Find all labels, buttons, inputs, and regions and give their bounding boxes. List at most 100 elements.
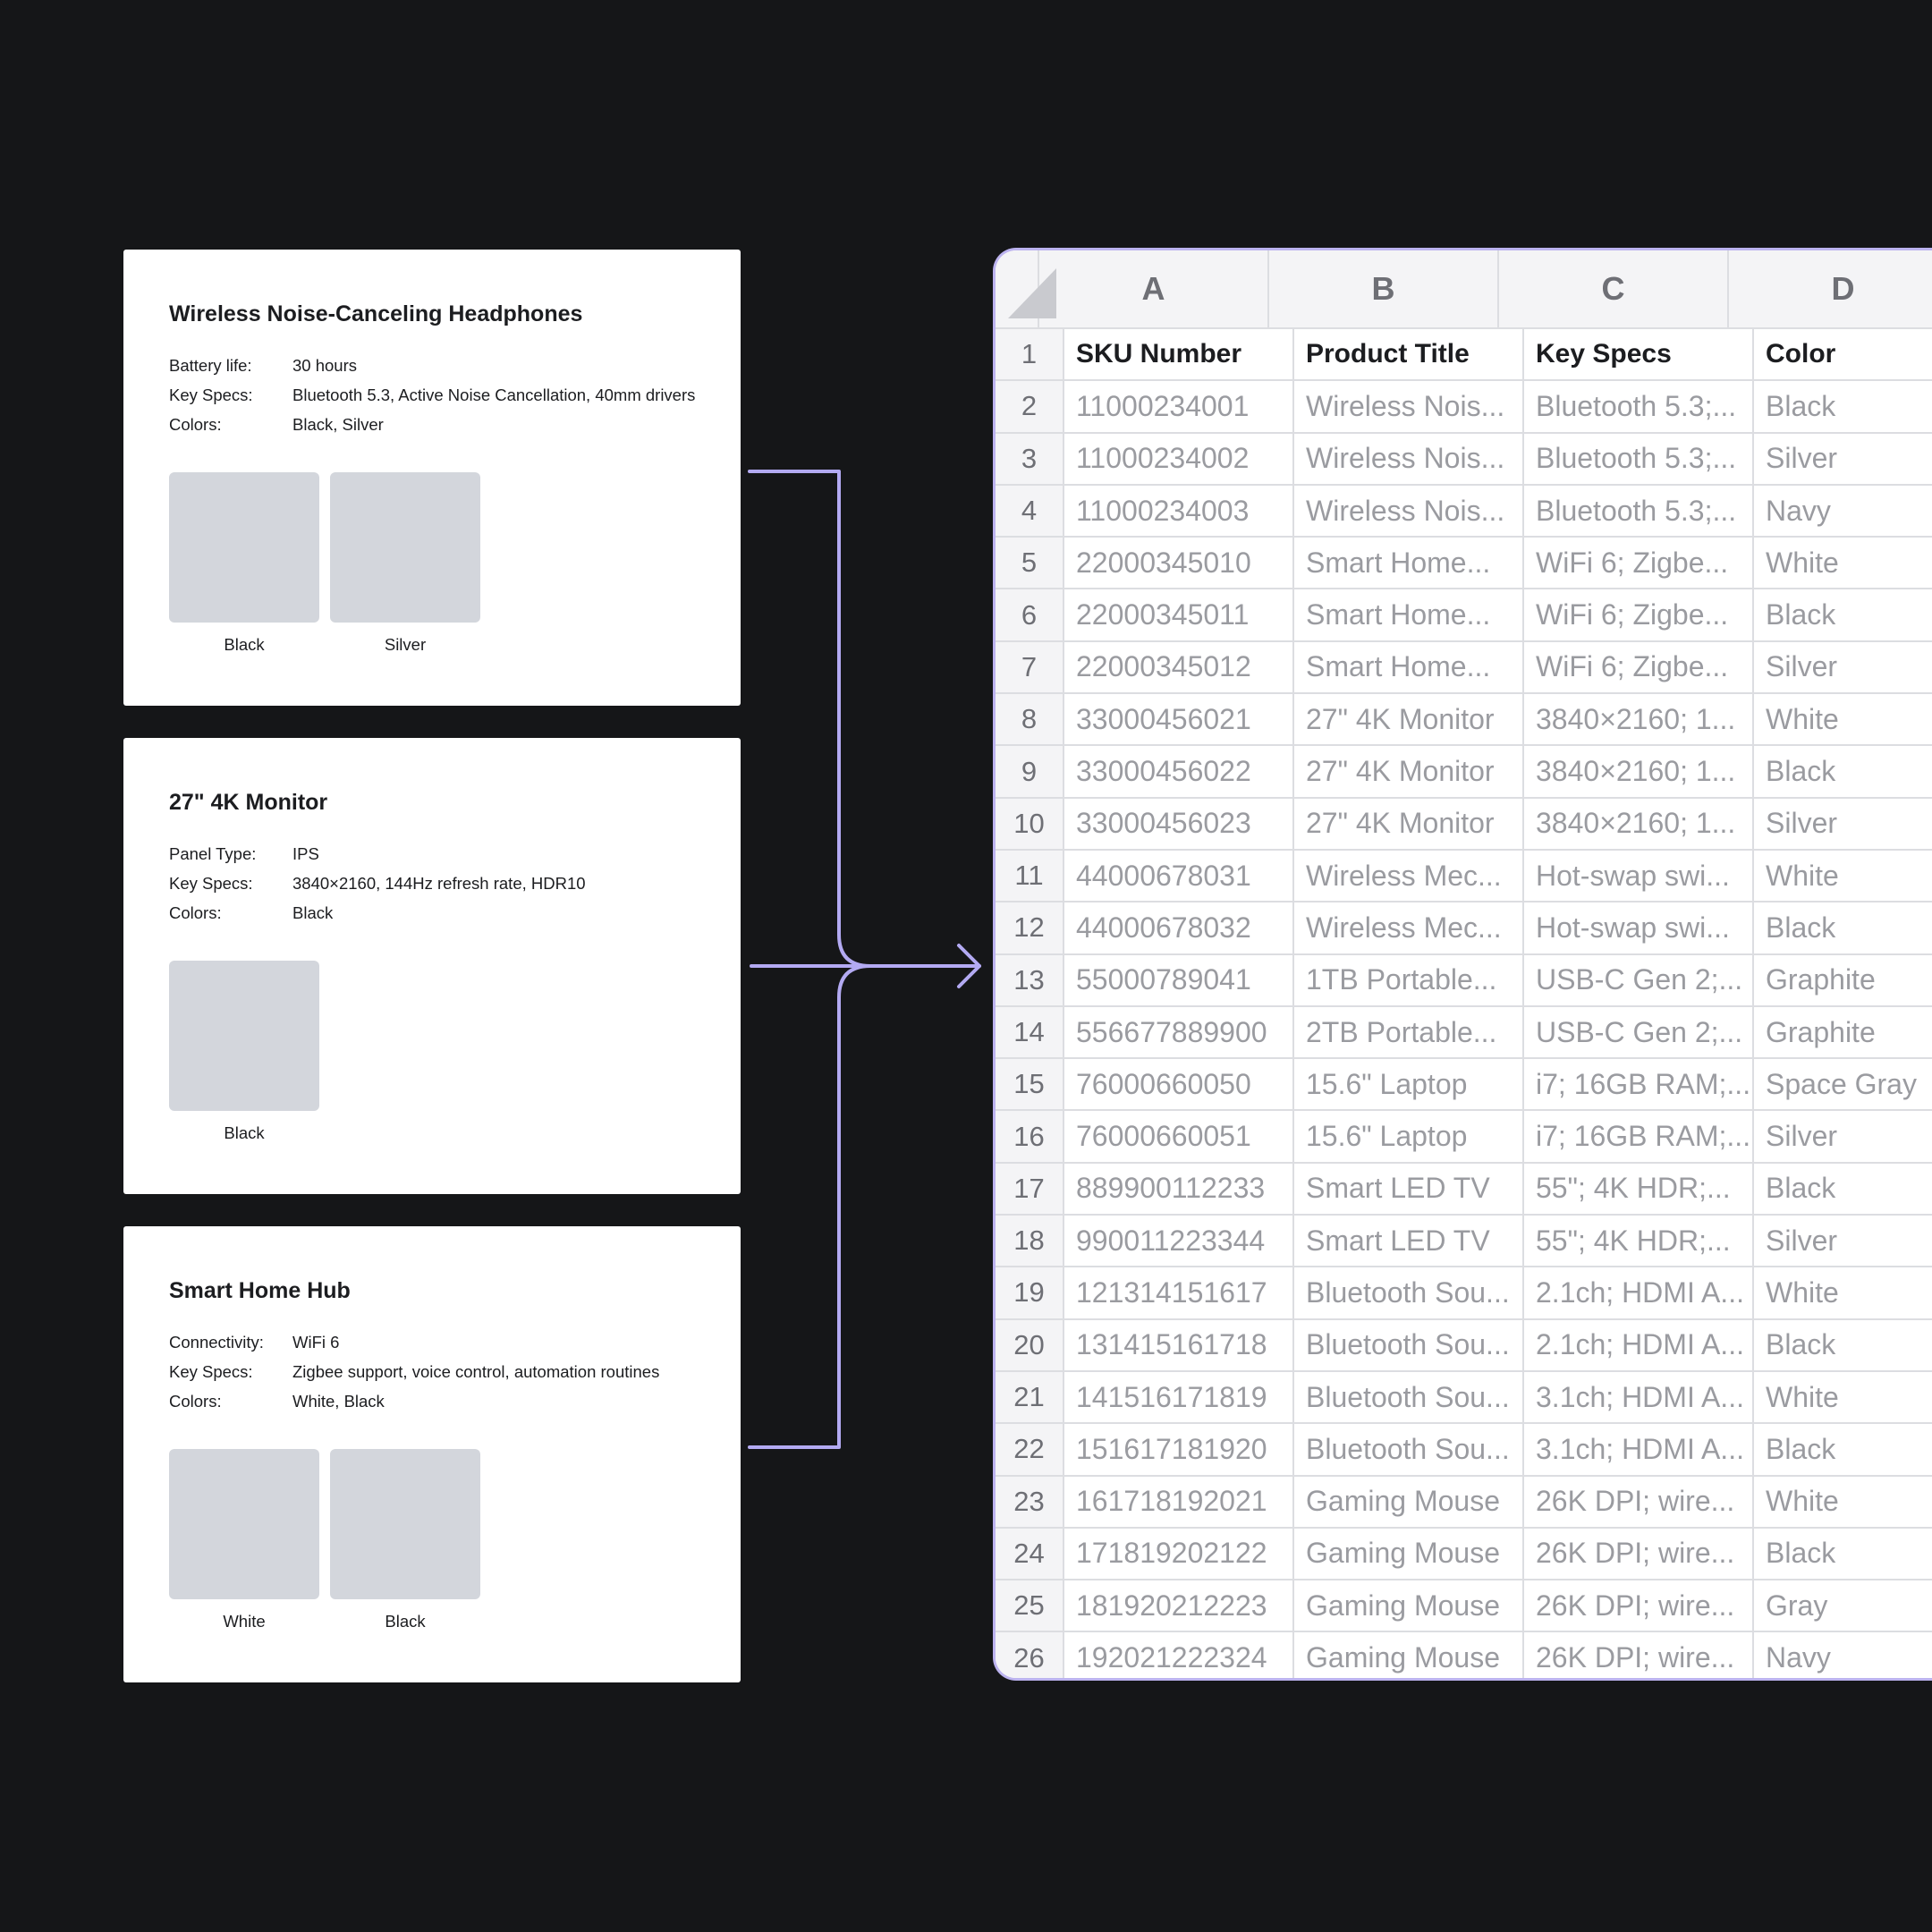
table-cell[interactable]: 15.6" Laptop <box>1294 1059 1524 1112</box>
table-cell[interactable]: Color <box>1754 329 1932 382</box>
table-cell[interactable]: 131415161718 <box>1064 1319 1294 1372</box>
table-cell[interactable]: Navy <box>1754 1632 1932 1678</box>
table-cell[interactable]: 26K DPI; wire... <box>1524 1528 1754 1581</box>
table-cell[interactable]: Black <box>1754 1164 1932 1216</box>
table-cell[interactable]: WiFi 6; Zigbe... <box>1524 641 1754 695</box>
table-cell[interactable]: 889900112233 <box>1064 1163 1294 1216</box>
column-header-d[interactable]: D <box>1729 250 1932 329</box>
table-cell[interactable]: Gaming Mouse <box>1294 1476 1524 1529</box>
table-cell[interactable]: 22000345010 <box>1064 538 1294 590</box>
table-cell[interactable]: 3840×2160; 1... <box>1524 746 1754 799</box>
table-cell[interactable]: 22000345011 <box>1064 589 1294 642</box>
table-cell[interactable]: 990011223344 <box>1064 1216 1294 1268</box>
table-cell[interactable]: 11000234001 <box>1064 381 1294 434</box>
table-cell[interactable]: 55000789041 <box>1064 954 1294 1007</box>
table-cell[interactable]: SKU Number <box>1064 329 1294 382</box>
table-cell[interactable]: Black <box>1754 1320 1932 1372</box>
table-cell[interactable]: 11000234003 <box>1064 485 1294 538</box>
table-cell[interactable]: 181920212223 <box>1064 1580 1294 1633</box>
table-cell[interactable]: 3.1ch; HDMI A... <box>1524 1424 1754 1477</box>
table-cell[interactable]: 55"; 4K HDR;... <box>1524 1216 1754 1268</box>
table-cell[interactable]: White <box>1754 1372 1932 1425</box>
table-cell[interactable]: Gray <box>1754 1580 1932 1633</box>
table-cell[interactable]: 1TB Portable... <box>1294 954 1524 1007</box>
row-number[interactable]: 25 <box>996 1580 1064 1633</box>
table-cell[interactable]: 27" 4K Monitor <box>1294 746 1524 799</box>
row-number[interactable]: 3 <box>996 433 1064 486</box>
table-cell[interactable]: 121314151617 <box>1064 1267 1294 1320</box>
table-cell[interactable]: Silver <box>1754 1216 1932 1268</box>
table-cell[interactable]: Black <box>1754 381 1932 434</box>
column-header-a[interactable]: A <box>1039 250 1269 329</box>
row-number[interactable]: 20 <box>996 1319 1064 1372</box>
row-number[interactable]: 9 <box>996 746 1064 799</box>
table-cell[interactable]: 76000660050 <box>1064 1059 1294 1112</box>
row-number[interactable]: 17 <box>996 1163 1064 1216</box>
table-cell[interactable]: 192021222324 <box>1064 1632 1294 1678</box>
table-cell[interactable]: Product Title <box>1294 329 1524 382</box>
table-cell[interactable]: Silver <box>1754 1111 1932 1164</box>
table-cell[interactable]: Graphite <box>1754 955 1932 1007</box>
table-cell[interactable]: White <box>1754 538 1932 590</box>
table-cell[interactable]: Silver <box>1754 434 1932 486</box>
select-all-corner[interactable] <box>996 250 1056 329</box>
table-cell[interactable]: Black <box>1754 746 1932 799</box>
table-cell[interactable]: 26K DPI; wire... <box>1524 1632 1754 1678</box>
row-number[interactable]: 10 <box>996 798 1064 851</box>
row-number[interactable]: 19 <box>996 1267 1064 1320</box>
table-cell[interactable]: Graphite <box>1754 1007 1932 1060</box>
table-cell[interactable]: 27" 4K Monitor <box>1294 694 1524 747</box>
table-cell[interactable]: Smart LED TV <box>1294 1216 1524 1268</box>
row-number[interactable]: 16 <box>996 1111 1064 1164</box>
row-number[interactable]: 15 <box>996 1059 1064 1112</box>
row-number[interactable]: 18 <box>996 1216 1064 1268</box>
table-cell[interactable]: USB-C Gen 2;... <box>1524 1006 1754 1060</box>
table-cell[interactable]: White <box>1754 1267 1932 1320</box>
table-cell[interactable]: 33000456023 <box>1064 798 1294 851</box>
table-cell[interactable]: 44000678031 <box>1064 850 1294 903</box>
table-cell[interactable]: Bluetooth Sou... <box>1294 1267 1524 1320</box>
row-number[interactable]: 8 <box>996 694 1064 747</box>
row-number[interactable]: 1 <box>996 329 1064 382</box>
table-cell[interactable]: 2.1ch; HDMI A... <box>1524 1319 1754 1372</box>
table-cell[interactable]: Wireless Nois... <box>1294 485 1524 538</box>
table-cell[interactable]: 2.1ch; HDMI A... <box>1524 1267 1754 1320</box>
table-cell[interactable]: Wireless Mec... <box>1294 850 1524 903</box>
table-cell[interactable]: Bluetooth Sou... <box>1294 1319 1524 1372</box>
table-cell[interactable]: 151617181920 <box>1064 1424 1294 1477</box>
table-cell[interactable]: 556677889900 <box>1064 1006 1294 1060</box>
table-cell[interactable]: 44000678032 <box>1064 902 1294 955</box>
row-number[interactable]: 7 <box>996 641 1064 695</box>
row-number[interactable]: 11 <box>996 850 1064 903</box>
table-cell[interactable]: Smart LED TV <box>1294 1163 1524 1216</box>
table-cell[interactable]: 26K DPI; wire... <box>1524 1476 1754 1529</box>
table-cell[interactable]: Bluetooth Sou... <box>1294 1424 1524 1477</box>
table-cell[interactable]: Silver <box>1754 799 1932 851</box>
table-cell[interactable]: Bluetooth 5.3;... <box>1524 433 1754 486</box>
row-number[interactable]: 5 <box>996 538 1064 590</box>
table-cell[interactable]: 76000660051 <box>1064 1111 1294 1164</box>
table-cell[interactable]: 3.1ch; HDMI A... <box>1524 1371 1754 1425</box>
table-cell[interactable]: 141516171819 <box>1064 1371 1294 1425</box>
table-cell[interactable]: Navy <box>1754 486 1932 538</box>
table-cell[interactable]: White <box>1754 1477 1932 1529</box>
table-cell[interactable]: Smart Home... <box>1294 641 1524 695</box>
spreadsheet[interactable]: ABCD 1 SKU Number Product Title Key Specs Co… <box>993 248 1932 1681</box>
table-cell[interactable]: Silver <box>1754 642 1932 695</box>
table-cell[interactable]: 171819202122 <box>1064 1528 1294 1581</box>
row-number[interactable]: 23 <box>996 1476 1064 1529</box>
table-cell[interactable]: 27" 4K Monitor <box>1294 798 1524 851</box>
table-cell[interactable]: WiFi 6; Zigbe... <box>1524 589 1754 642</box>
table-cell[interactable]: Wireless Nois... <box>1294 433 1524 486</box>
table-cell[interactable]: Black <box>1754 1424 1932 1477</box>
row-number[interactable]: 14 <box>996 1006 1064 1060</box>
row-number[interactable]: 22 <box>996 1424 1064 1477</box>
table-cell[interactable]: 3840×2160; 1... <box>1524 694 1754 747</box>
table-cell[interactable]: Black <box>1754 589 1932 642</box>
table-cell[interactable]: 33000456022 <box>1064 746 1294 799</box>
column-header-c[interactable]: C <box>1499 250 1729 329</box>
table-cell[interactable]: Bluetooth 5.3;... <box>1524 485 1754 538</box>
table-cell[interactable]: Key Specs <box>1524 329 1754 382</box>
table-cell[interactable]: Black <box>1754 1529 1932 1581</box>
table-cell[interactable]: 33000456021 <box>1064 694 1294 747</box>
